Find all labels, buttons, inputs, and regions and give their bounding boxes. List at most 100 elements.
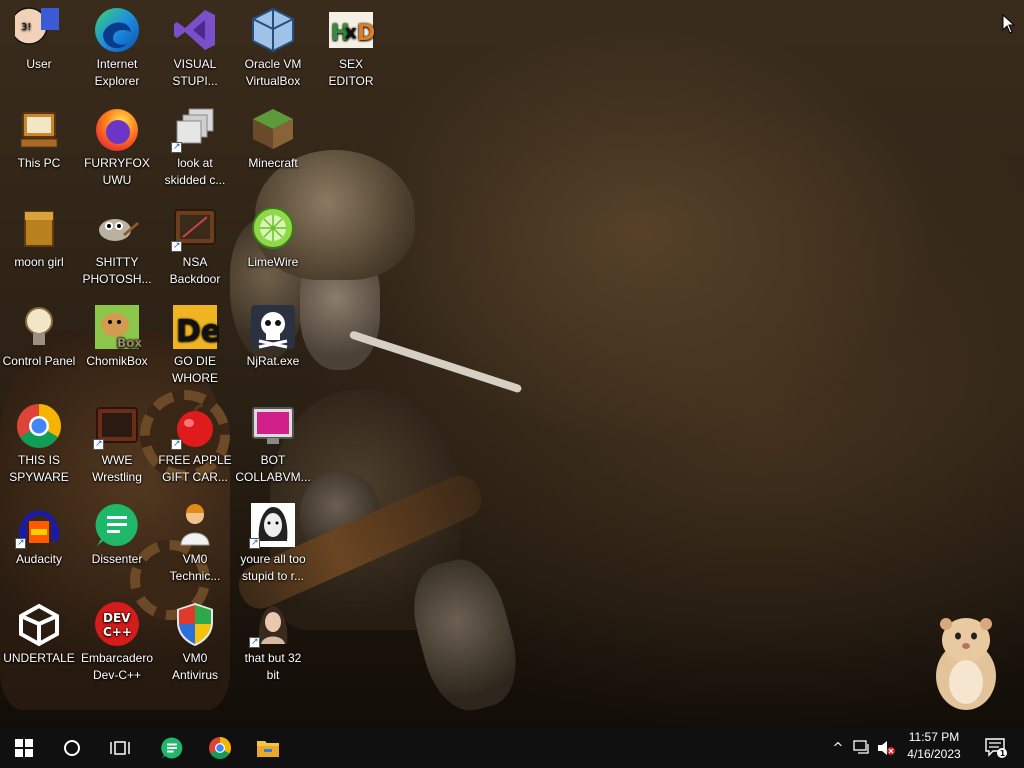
icon-hex-editor[interactable]: HxD SEX EDITOR [312, 0, 390, 90]
tray-network[interactable] [850, 728, 874, 768]
visual-studio-icon [171, 6, 219, 54]
stacked-windows-icon [171, 105, 219, 153]
tray-overflow-button[interactable]: ^ [828, 728, 848, 768]
shortcut-arrow-icon [249, 538, 260, 549]
chevron-up-icon: ^ [832, 740, 844, 756]
shortcut-arrow-icon [15, 538, 26, 549]
icon-vm0-technic[interactable]: VM0 Technic... [156, 495, 234, 585]
icon-gimp[interactable]: SHITTY PHOTOSH... [78, 198, 156, 288]
hamster-box-icon: Box [93, 303, 141, 351]
unity-icon [15, 600, 63, 648]
shortcut-arrow-icon [249, 637, 260, 648]
chrome-icon [15, 402, 63, 450]
technician-icon [171, 501, 219, 549]
icon-bot-collabvm[interactable]: BOT COLLABVM... [234, 396, 312, 486]
computer-icon [15, 105, 63, 153]
file-explorer-icon [257, 741, 279, 757]
icon-this-pc[interactable]: This PC [0, 99, 78, 172]
icon-label: VISUAL STUPI... [172, 57, 218, 88]
shield-icon [171, 600, 219, 648]
de-letters-icon: De [171, 303, 219, 351]
icon-moon-girl[interactable]: moon girl [0, 198, 78, 271]
icon-32bit[interactable]: that but 32 bit [234, 594, 312, 684]
icon-dissenter[interactable]: Dissenter [78, 495, 156, 568]
taskbar-file-explorer[interactable] [246, 728, 290, 768]
svg-text:D: D [357, 21, 375, 46]
shortcut-arrow-icon [93, 439, 104, 450]
icon-label: THIS IS SPYWARE [9, 453, 69, 484]
portrait-woman-icon [249, 600, 297, 648]
shortcut-arrow-icon [171, 241, 182, 252]
icon-free-apple[interactable]: FREE APPLE GIFT CAR... [156, 396, 234, 486]
icon-internet-explorer[interactable]: Internet Explorer [78, 0, 156, 90]
hamster-mascot[interactable] [922, 602, 1008, 712]
icon-undertale[interactable]: UNDERTALE [0, 594, 78, 667]
network-icon [853, 740, 869, 754]
icon-label: Minecraft [248, 156, 298, 170]
icon-label: VM0 Antivirus [171, 651, 218, 682]
gimp-icon [93, 204, 141, 252]
icon-label: SHITTY PHOTOSH... [82, 255, 152, 286]
wallpaper-pipe [348, 330, 523, 394]
shortcut-arrow-icon [171, 142, 182, 153]
icon-vm0-antivirus[interactable]: VM0 Antivirus [156, 594, 234, 684]
task-view-button[interactable] [98, 728, 142, 768]
svg-text:1: 1 [1000, 749, 1006, 758]
icon-firefox[interactable]: FURRYFOX UWU [78, 99, 156, 189]
taskbar-clock[interactable]: 11:57 PM 4/16/2023 [898, 729, 970, 767]
audacity-icon [15, 501, 63, 549]
taskbar-dissenter[interactable] [150, 728, 194, 768]
tv-screen-icon [93, 402, 141, 450]
task-view-icon [110, 741, 130, 755]
icon-minecraft[interactable]: Minecraft [234, 99, 312, 172]
svg-text:Box: Box [117, 336, 141, 350]
icon-audacity[interactable]: Audacity [0, 495, 78, 568]
apple-icon [171, 402, 219, 450]
taskbar-chrome[interactable] [198, 728, 242, 768]
lightbulb-icon [15, 303, 63, 351]
icon-label: SEX EDITOR [328, 57, 374, 88]
icon-chomikbox[interactable]: Box ChomikBox [78, 297, 156, 370]
user-face-icon: 3! [15, 6, 63, 54]
notification-icon: 1 [985, 738, 1007, 758]
icon-virtualbox[interactable]: Oracle VM VirtualBox [234, 0, 312, 90]
icon-limewire[interactable]: LimeWire [234, 198, 312, 271]
icon-label: NSA Backdoor [169, 255, 221, 286]
icon-label: FREE APPLE GIFT CAR... [158, 453, 232, 484]
edge-icon [93, 6, 141, 54]
wallpaper-arm [402, 550, 528, 720]
icon-devcpp[interactable]: DEV C++ Embarcadero Dev-C++ [78, 594, 156, 684]
icon-label: ChomikBox [86, 354, 148, 368]
notifications-button[interactable]: 1 [978, 728, 1014, 768]
limewire-icon [249, 204, 297, 252]
search-button[interactable] [50, 728, 94, 768]
icon-label: Oracle VM VirtualBox [244, 57, 302, 88]
icon-stupid[interactable]: youre all too stupid to r... [234, 495, 312, 585]
start-button[interactable] [2, 728, 46, 768]
icon-njrat[interactable]: NjRat.exe [234, 297, 312, 370]
icon-wwe[interactable]: WWE Wrestling [78, 396, 156, 486]
devcpp-icon: DEV C++ [93, 600, 141, 648]
mouse-cursor [1002, 13, 1016, 38]
icon-label: Embarcadero Dev-C++ [80, 651, 154, 682]
svg-text:3!: 3! [21, 22, 31, 33]
hxd-icon: HxD [327, 6, 375, 54]
icon-go-die[interactable]: De GO DIE WHORE [156, 297, 234, 387]
icon-chrome[interactable]: THIS IS SPYWARE [0, 396, 78, 486]
icon-label: Audacity [15, 552, 63, 566]
hamster-icon [936, 618, 996, 710]
skull-icon [249, 303, 297, 351]
icon-label: moon girl [14, 255, 64, 269]
svg-text:De: De [176, 314, 219, 349]
icon-label: look at skidded c... [164, 156, 226, 187]
svg-text:C++: C++ [103, 625, 132, 639]
icon-nsa-backdoor[interactable]: NSA Backdoor [156, 198, 234, 288]
firefox-icon [93, 105, 141, 153]
icon-visual-studio[interactable]: VISUAL STUPI... [156, 0, 234, 90]
icon-skidded[interactable]: look at skidded c... [156, 99, 234, 189]
tray-volume[interactable] [874, 728, 898, 768]
icon-control-panel[interactable]: Control Panel [0, 297, 78, 370]
clock-time: 11:57 PM [908, 730, 960, 744]
icon-label: LimeWire [247, 255, 299, 269]
icon-user[interactable]: 3! User [0, 0, 78, 73]
